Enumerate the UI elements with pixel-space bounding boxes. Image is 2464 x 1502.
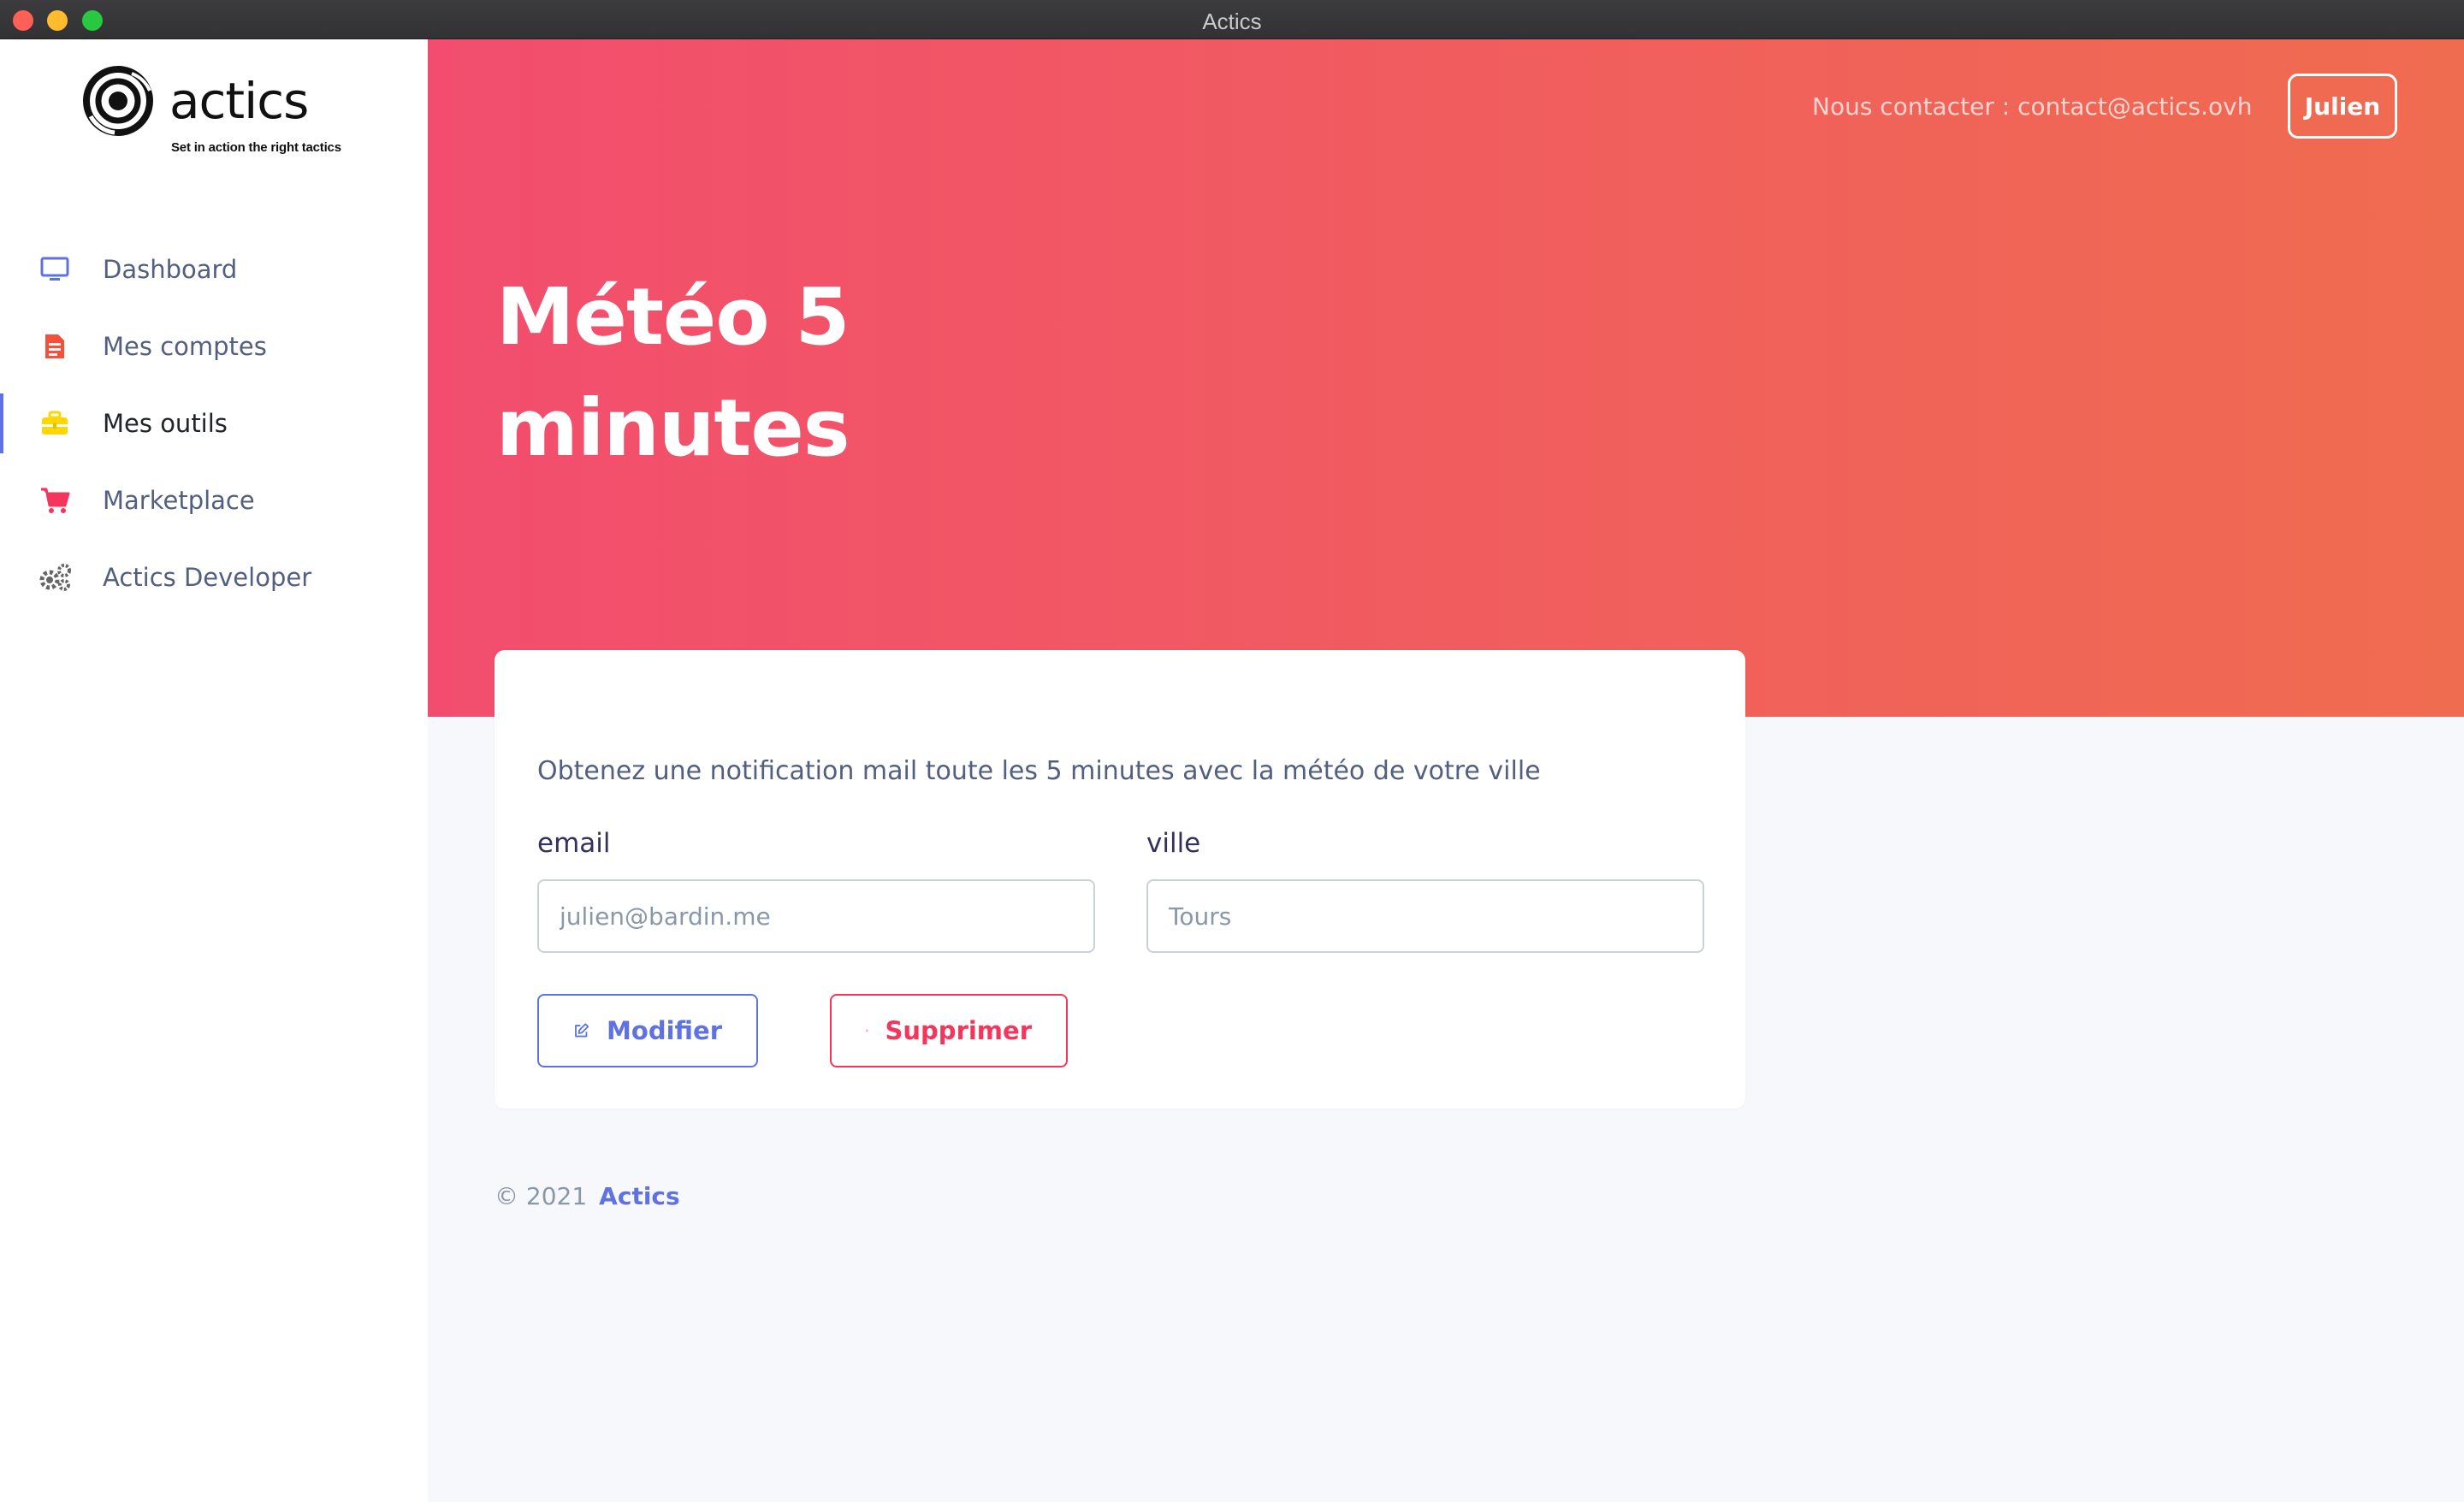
gears-icon bbox=[38, 560, 72, 594]
sidebar-item-label: Marketplace bbox=[103, 486, 255, 515]
window-title: Actics bbox=[1202, 9, 1262, 34]
briefcase-icon bbox=[38, 406, 72, 441]
ville-field[interactable] bbox=[1146, 879, 1704, 953]
sidebar-item-marketplace[interactable]: Marketplace bbox=[0, 462, 428, 539]
footer-brand-link[interactable]: Actics bbox=[599, 1182, 680, 1210]
edit-icon bbox=[575, 1023, 589, 1038]
tool-settings-card: Obtenez une notification mail toute les … bbox=[495, 650, 1745, 1109]
sidebar-item-label: Mes comptes bbox=[103, 332, 267, 361]
actics-logo-icon bbox=[83, 66, 153, 136]
monitor-icon bbox=[38, 252, 72, 287]
ville-label: ville bbox=[1146, 828, 1201, 859]
page-title: Météo 5 minutes bbox=[496, 271, 850, 474]
contact-link[interactable]: Nous contacter : contact@actics.ovh bbox=[1812, 92, 2253, 121]
sidebar-item-dashboard[interactable]: Dashboard bbox=[0, 231, 428, 308]
email-field[interactable] bbox=[537, 879, 1095, 953]
sidebar-item-label: Dashboard bbox=[103, 255, 238, 284]
card-description: Obtenez une notification mail toute les … bbox=[537, 756, 1541, 786]
brand-logo[interactable]: actics Set in action the right tactics bbox=[82, 65, 364, 155]
sidebar-item-label: Actics Developer bbox=[103, 563, 312, 592]
brand-tagline: Set in action the right tactics bbox=[171, 140, 341, 155]
user-menu-button[interactable]: Julien bbox=[2288, 74, 2397, 139]
sidebar-item-label: Mes outils bbox=[103, 409, 228, 438]
title-bar: Actics bbox=[0, 0, 2464, 39]
sidebar-nav: Dashboard Mes comptes Mes outils Marketp… bbox=[0, 231, 428, 616]
modify-button-label: Modifier bbox=[607, 1016, 722, 1045]
sidebar-item-actics-developer[interactable]: Actics Developer bbox=[0, 539, 428, 616]
document-icon bbox=[38, 329, 72, 364]
app-window: Actics actics Set in action the right ta… bbox=[0, 0, 2464, 1502]
sidebar-item-mes-outils[interactable]: Mes outils bbox=[0, 385, 428, 462]
brand-name: actics bbox=[169, 72, 309, 130]
copyright-text: © 2021 bbox=[495, 1182, 588, 1210]
delete-button-label: Supprimer bbox=[885, 1016, 1032, 1045]
sidebar: actics Set in action the right tactics D… bbox=[0, 39, 428, 1502]
trash-icon bbox=[866, 1029, 868, 1032]
email-label: email bbox=[537, 828, 611, 859]
page-footer: © 2021 Actics bbox=[495, 1182, 680, 1210]
cart-icon bbox=[38, 483, 72, 517]
delete-button[interactable]: Supprimer bbox=[830, 994, 1068, 1067]
sidebar-item-mes-comptes[interactable]: Mes comptes bbox=[0, 308, 428, 385]
modify-button[interactable]: Modifier bbox=[537, 994, 758, 1067]
